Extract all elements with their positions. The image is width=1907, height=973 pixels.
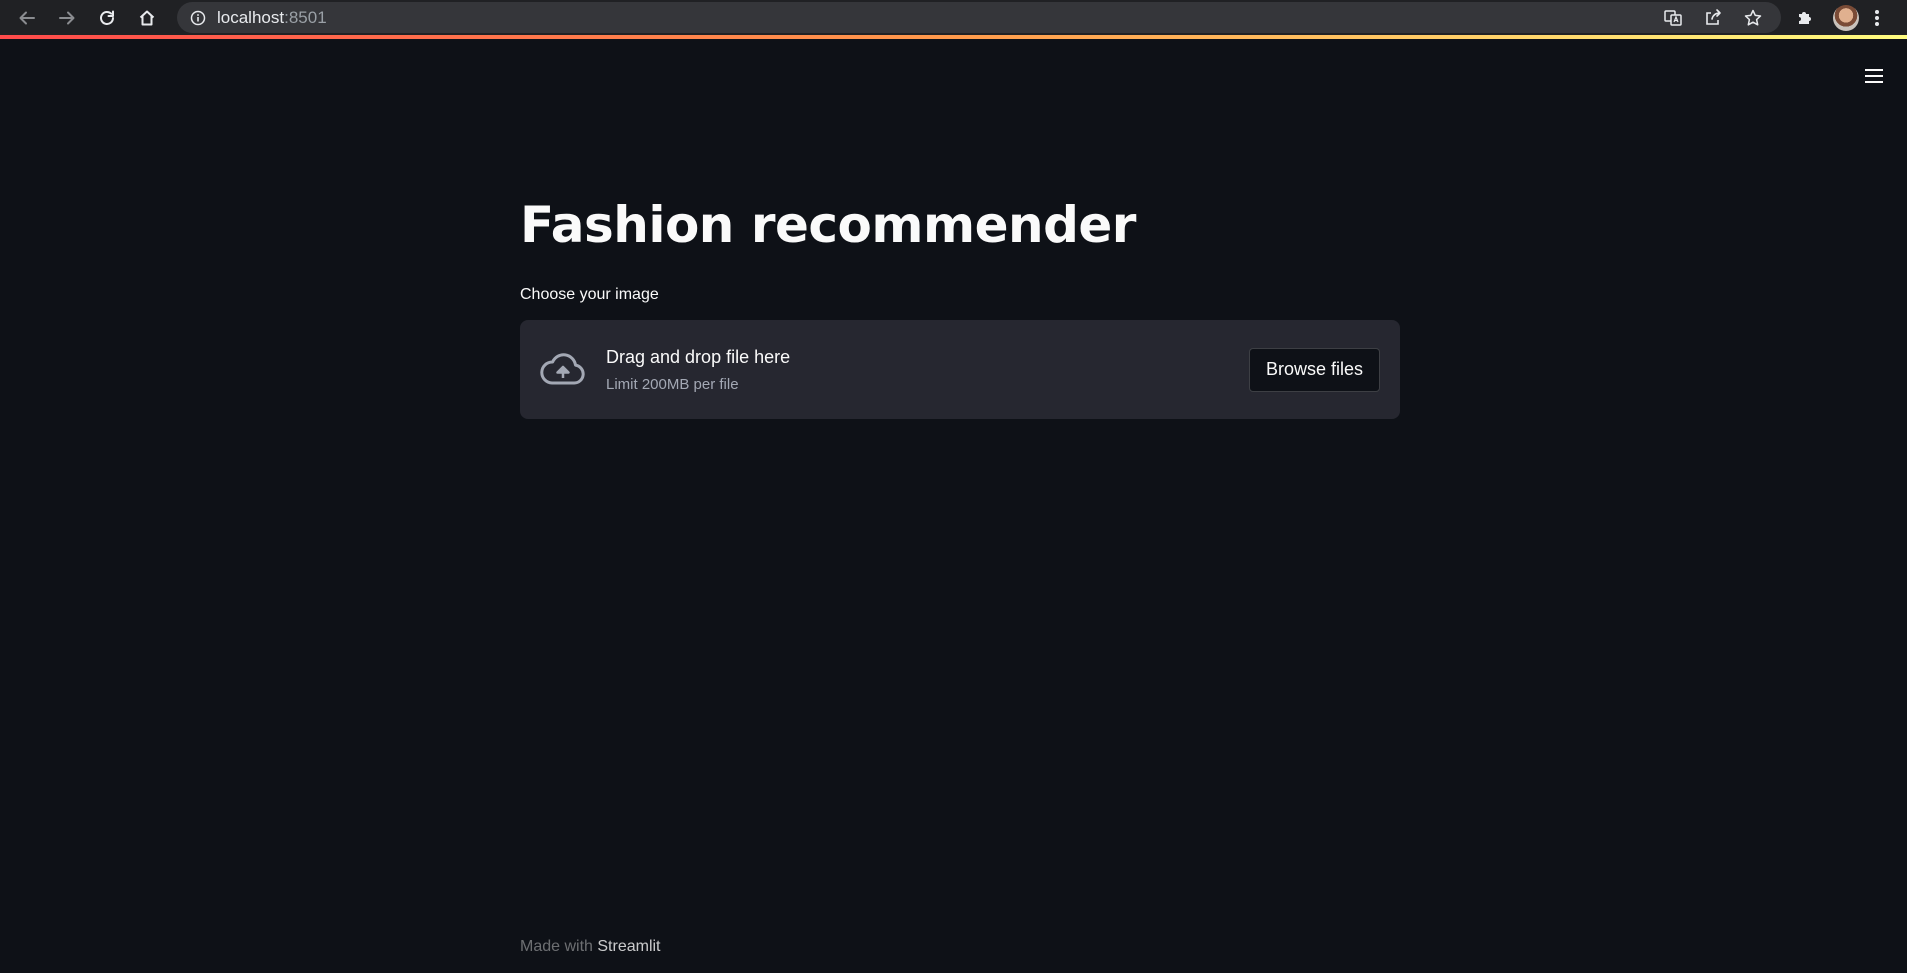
navigation-buttons <box>7 0 167 35</box>
browse-files-button[interactable]: Browse files <box>1248 347 1380 392</box>
puzzle-icon[interactable] <box>1785 2 1825 33</box>
home-icon[interactable] <box>127 0 167 35</box>
url-host: localhost <box>217 7 285 27</box>
file-uploader-label: Choose your image <box>520 286 659 303</box>
address-bar[interactable]: localhost:8501 <box>177 2 1781 33</box>
translate-icon[interactable] <box>1653 2 1693 33</box>
back-arrow-icon[interactable] <box>7 0 47 35</box>
browser-toolbar: localhost:8501 <box>0 0 1907 35</box>
cloud-upload-icon <box>540 347 586 393</box>
header-decoration-gradient <box>0 35 1907 39</box>
streamlit-link[interactable]: Streamlit <box>597 938 660 955</box>
share-icon[interactable] <box>1693 2 1733 33</box>
page-title: Fashion recommender <box>520 196 1136 254</box>
dropzone-limit: Limit 200MB per file <box>606 375 739 393</box>
dropzone-text: Drag and drop file here Limit 200MB per … <box>606 345 1249 395</box>
file-dropzone[interactable]: Drag and drop file here Limit 200MB per … <box>520 320 1400 419</box>
kebab-menu-icon[interactable] <box>1867 0 1887 35</box>
footer: Made with Streamlit <box>520 938 661 956</box>
toolbar-actions <box>1785 0 1887 35</box>
main-content: Fashion recommender Choose your image Dr… <box>520 190 1400 419</box>
url-port: :8501 <box>284 7 327 27</box>
hamburger-menu-icon[interactable] <box>1860 62 1888 90</box>
star-icon[interactable] <box>1733 2 1773 33</box>
forward-arrow-icon[interactable] <box>47 0 87 35</box>
dropzone-instructions: Drag and drop file here <box>606 346 791 367</box>
info-icon[interactable] <box>189 9 207 27</box>
avatar[interactable] <box>1833 4 1859 31</box>
reload-icon[interactable] <box>87 0 127 35</box>
footer-prefix: Made with <box>520 938 593 955</box>
